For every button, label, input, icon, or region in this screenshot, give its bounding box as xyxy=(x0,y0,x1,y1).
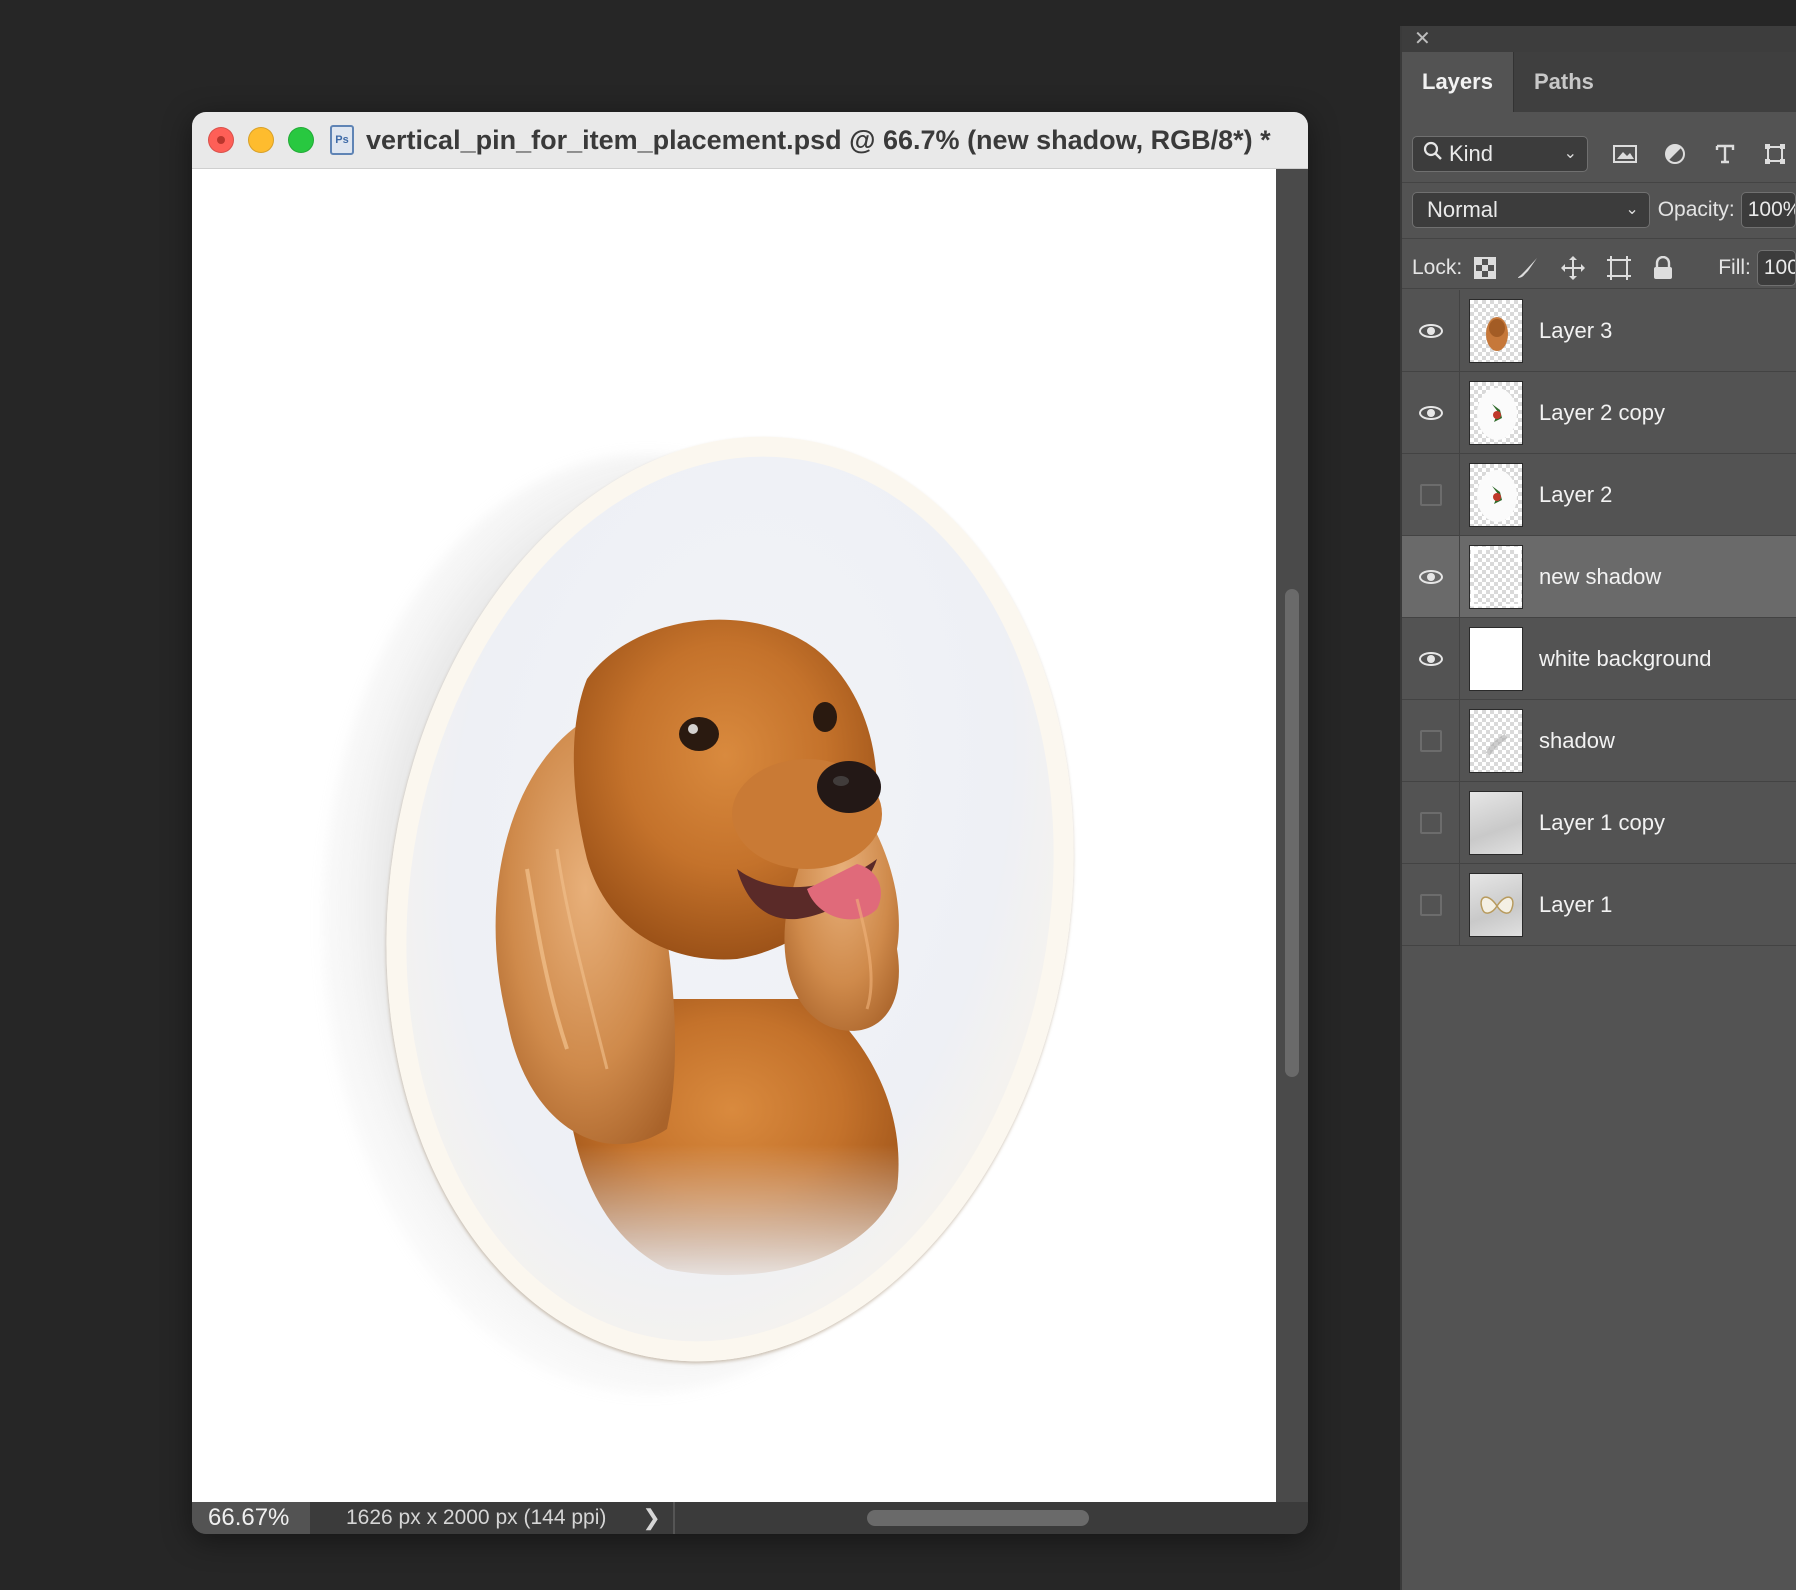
document-window: Ps vertical_pin_for_item_placement.psd @… xyxy=(192,112,1308,1534)
status-bar: 66.67% 1626 px x 2000 px (144 ppi) ❯ xyxy=(192,1502,1308,1534)
zoom-window-button[interactable] xyxy=(288,127,314,153)
layer-name: shadow xyxy=(1539,727,1615,753)
layer-thumbnail xyxy=(1469,544,1523,609)
layers-list: Layer 3 Layer 2 copy Layer 2 new shadow xyxy=(1402,289,1796,946)
layer-row[interactable]: shadow xyxy=(1402,699,1796,782)
visibility-toggle[interactable] xyxy=(1402,699,1460,782)
panel-divider xyxy=(1402,288,1796,289)
tab-layers[interactable]: Layers xyxy=(1402,52,1513,112)
layer-thumbnail xyxy=(1469,298,1523,363)
filter-kind-label: Kind xyxy=(1449,141,1494,166)
layer-row[interactable]: Layer 1 copy xyxy=(1402,781,1796,864)
lock-artboard-icon[interactable] xyxy=(1606,255,1632,281)
layer-name: white background xyxy=(1539,645,1712,671)
layer-thumbnail xyxy=(1469,708,1523,773)
layer-row[interactable]: Layer 2 copy xyxy=(1402,371,1796,454)
opacity-field[interactable]: 100% xyxy=(1740,192,1796,228)
window-controls xyxy=(208,127,314,153)
dog-photo xyxy=(495,619,899,1276)
layer-name: Layer 3 xyxy=(1539,317,1613,343)
visibility-off-box xyxy=(1419,729,1442,752)
lock-label: Lock: xyxy=(1412,256,1463,279)
visibility-toggle[interactable] xyxy=(1402,535,1460,618)
layer-row[interactable]: Layer 3 xyxy=(1402,289,1796,372)
visibility-toggle[interactable] xyxy=(1402,863,1460,946)
canvas[interactable] xyxy=(192,169,1276,1502)
zoom-level-field[interactable]: 66.67% xyxy=(192,1502,310,1534)
document-titlebar[interactable]: Ps vertical_pin_for_item_placement.psd @… xyxy=(192,112,1308,169)
visibility-toggle[interactable] xyxy=(1402,453,1460,536)
fill-field[interactable]: 100% xyxy=(1756,250,1796,286)
visibility-off-box xyxy=(1419,811,1442,834)
chevron-down-icon: ⌄ xyxy=(1563,145,1577,162)
type-filter-icon[interactable] xyxy=(1712,141,1738,167)
filter-row: Kind ⌄ xyxy=(1402,126,1796,182)
visibility-toggle[interactable] xyxy=(1402,371,1460,454)
document-info: 1626 px x 2000 px (144 ppi) xyxy=(346,1506,607,1529)
horizontal-scroll-thumb[interactable] xyxy=(867,1510,1089,1526)
layer-thumbnail xyxy=(1469,380,1523,445)
opacity-label: Opacity: xyxy=(1657,198,1735,221)
layer-thumbnail xyxy=(1469,872,1523,937)
layer-name: Layer 1 xyxy=(1539,891,1613,917)
panel-divider xyxy=(1402,238,1796,239)
vertical-scroll-thumb[interactable] xyxy=(1285,589,1299,1077)
status-menu-arrow-icon[interactable]: ❯ xyxy=(642,1505,660,1531)
layer-thumbnail xyxy=(1469,462,1523,527)
status-divider xyxy=(672,1502,675,1534)
layers-panel: ✕ Layers Paths Kind ⌄ Normal ⌄ Opacity: … xyxy=(1400,26,1796,1590)
layer-name: Layer 1 copy xyxy=(1539,809,1665,835)
close-window-button[interactable] xyxy=(208,127,234,153)
panel-header: ✕ xyxy=(1402,26,1796,52)
document-title: vertical_pin_for_item_placement.psd @ 66… xyxy=(366,124,1271,155)
layer-row[interactable]: Layer 1 xyxy=(1402,863,1796,946)
eye-icon xyxy=(1418,323,1443,338)
layer-thumbnail xyxy=(1469,626,1523,691)
tab-paths[interactable]: Paths xyxy=(1512,52,1614,112)
lock-image-pixels-icon[interactable] xyxy=(1516,255,1540,281)
blend-mode-label: Normal xyxy=(1427,197,1498,222)
fill-label: Fill: xyxy=(1718,256,1751,279)
eye-icon xyxy=(1418,569,1443,584)
layer-thumbnail xyxy=(1469,790,1523,855)
visibility-toggle[interactable] xyxy=(1402,781,1460,864)
layer-name: Layer 2 copy xyxy=(1539,399,1665,425)
eye-icon xyxy=(1418,651,1443,666)
panel-close-icon[interactable]: ✕ xyxy=(1414,26,1431,52)
chevron-down-icon: ⌄ xyxy=(1625,201,1639,218)
visibility-toggle[interactable] xyxy=(1402,617,1460,700)
search-icon xyxy=(1423,141,1443,167)
eye-icon xyxy=(1418,405,1443,420)
visibility-off-box xyxy=(1419,483,1442,506)
filter-kind-select[interactable]: Kind ⌄ xyxy=(1412,136,1588,172)
vertical-scrollbar[interactable] xyxy=(1276,169,1308,1502)
minimize-window-button[interactable] xyxy=(248,127,274,153)
layer-name: new shadow xyxy=(1539,563,1662,589)
layer-name: Layer 2 xyxy=(1539,481,1613,507)
psd-file-icon: Ps xyxy=(330,125,354,155)
lock-transparent-pixels-icon[interactable] xyxy=(1474,255,1497,281)
shape-filter-icon[interactable] xyxy=(1762,141,1788,167)
lock-position-icon[interactable] xyxy=(1560,255,1586,281)
panel-tabs: Layers Paths xyxy=(1402,52,1796,112)
workspace: Ps vertical_pin_for_item_placement.psd @… xyxy=(0,0,1796,1590)
layer-row-selected[interactable]: new shadow xyxy=(1402,535,1796,618)
lock-all-icon[interactable] xyxy=(1652,255,1674,281)
blend-mode-select[interactable]: Normal ⌄ xyxy=(1412,192,1650,228)
visibility-toggle[interactable] xyxy=(1402,289,1460,372)
image-filter-icon[interactable] xyxy=(1612,141,1638,167)
visibility-off-box xyxy=(1419,893,1442,916)
adjustment-filter-icon[interactable] xyxy=(1662,141,1688,167)
layer-row[interactable]: Layer 2 xyxy=(1402,453,1796,536)
blend-row: Normal ⌄ Opacity: 100% xyxy=(1402,182,1796,238)
layer-row[interactable]: white background xyxy=(1402,617,1796,700)
